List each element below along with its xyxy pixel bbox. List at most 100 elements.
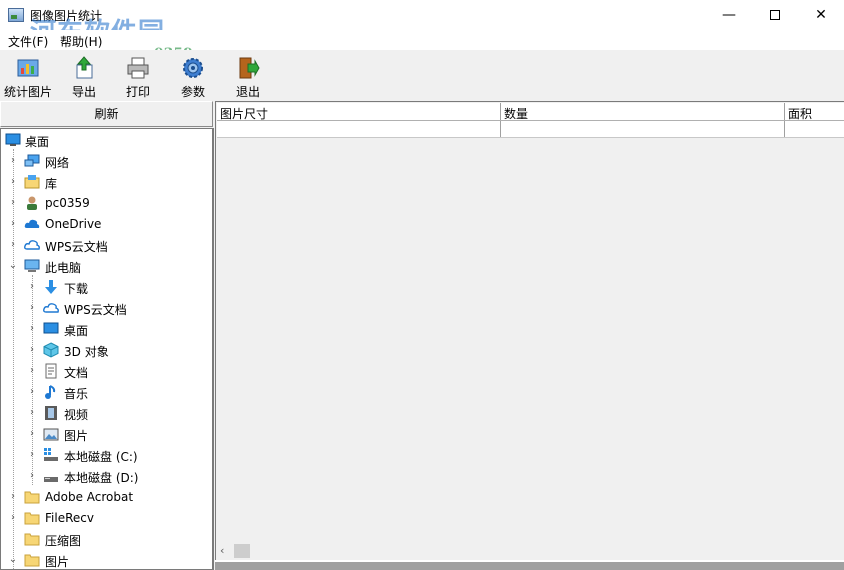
column-divider[interactable] — [784, 103, 785, 120]
tree-label: pc0359 — [45, 196, 90, 210]
tree-item-wps-cloud[interactable]: › WPS云文档 — [1, 235, 212, 256]
chevron-right-icon[interactable]: › — [8, 218, 18, 230]
download-arrow-icon — [45, 280, 57, 294]
tree-label: 图片 — [64, 429, 89, 443]
cloud-outline-icon — [24, 240, 40, 250]
tree-item-music[interactable]: › 音乐 — [1, 382, 212, 403]
chevron-down-icon[interactable]: ⌄ — [8, 260, 18, 272]
tree-item-pictures-folder[interactable]: ⌄ 图片 — [1, 550, 212, 569]
tree-item-drive-c[interactable]: › 本地磁盘 (C:) — [1, 445, 212, 466]
gear-icon — [183, 58, 203, 78]
tree-item-documents[interactable]: › 文档 — [1, 361, 212, 382]
chevron-right-icon[interactable]: › — [27, 323, 37, 335]
network-icon — [24, 154, 40, 167]
grid-body: 图片尺寸 数量 面积 — [215, 101, 844, 542]
scrollbar-thumb[interactable] — [234, 544, 250, 558]
folder-icon — [24, 512, 40, 525]
document-icon — [45, 363, 57, 379]
minimize-button[interactable]: — — [706, 0, 752, 30]
tree-item-adobe-acrobat[interactable]: › Adobe Acrobat — [1, 487, 212, 508]
maximize-button[interactable] — [752, 0, 798, 30]
chevron-right-icon[interactable]: › — [27, 281, 37, 293]
chevron-right-icon[interactable]: › — [8, 512, 18, 524]
close-button[interactable]: ✕ — [798, 0, 844, 30]
folder-tree: 桌面 › 网络 › 库 › pc0359 › OneDrive › WPS云文档… — [0, 128, 214, 570]
hard-drive-icon — [44, 477, 58, 482]
scroll-left-icon[interactable]: ‹ — [220, 544, 224, 557]
cloud-icon — [24, 219, 40, 228]
cloud-outline-icon — [43, 303, 59, 313]
tree-label: 文档 — [64, 366, 89, 380]
tree-item-pc-desktop[interactable]: › 桌面 — [1, 319, 212, 340]
chevron-right-icon[interactable]: › — [27, 302, 37, 314]
app-icon — [8, 8, 24, 22]
results-grid: 图片尺寸 数量 面积 ‹ — [215, 101, 844, 570]
tree-item-library[interactable]: › 库 — [1, 172, 212, 193]
params-button[interactable]: 参数 — [165, 52, 221, 99]
film-icon — [45, 406, 57, 420]
cell-divider — [784, 121, 785, 137]
menu-file[interactable]: 文件(F) — [8, 33, 48, 50]
tree-label: 网络 — [45, 156, 70, 170]
exit-button[interactable]: 退出 — [220, 52, 276, 99]
tree-item-user[interactable]: › pc0359 — [1, 193, 212, 214]
export-label: 导出 — [71, 85, 96, 99]
tree-item-downloads[interactable]: › 下载 — [1, 277, 212, 298]
tree-item-pictures[interactable]: › 图片 — [1, 424, 212, 445]
status-strip — [215, 562, 844, 570]
desktop-icon — [5, 133, 21, 146]
title-bar: 图像图片统计 河东软件园 — ✕ — [0, 0, 844, 48]
grid-header: 图片尺寸 数量 面积 — [217, 103, 844, 121]
tree-item-pc-wps-cloud[interactable]: › WPS云文档 — [1, 298, 212, 319]
chevron-right-icon[interactable]: › — [8, 176, 18, 188]
horizontal-scrollbar[interactable]: ‹ — [215, 542, 844, 560]
minimize-icon: — — [722, 7, 736, 23]
exit-label: 退出 — [235, 85, 260, 99]
desktop-icon — [43, 322, 59, 334]
tree-item-this-pc[interactable]: ⌄ 此电脑 — [1, 256, 212, 277]
tree-item-3d-objects[interactable]: › 3D 对象 — [1, 340, 212, 361]
tree-label: 本地磁盘 (C:) — [64, 450, 138, 464]
print-label: 打印 — [125, 85, 150, 99]
tree-item-videos[interactable]: › 视频 — [1, 403, 212, 424]
print-button[interactable]: 打印 — [110, 52, 166, 99]
export-button[interactable]: 导出 — [56, 52, 112, 99]
tree-item-compressed[interactable]: 压缩图 — [1, 529, 212, 550]
music-note-icon — [45, 385, 56, 399]
column-header-area[interactable]: 面积 — [788, 105, 812, 122]
chevron-right-icon[interactable]: › — [27, 365, 37, 377]
chevron-right-icon[interactable]: › — [27, 470, 37, 482]
tree-label: WPS云文档 — [64, 303, 127, 317]
chevron-right-icon[interactable]: › — [8, 491, 18, 503]
tree-item-network[interactable]: › 网络 — [1, 151, 212, 172]
table-row[interactable] — [217, 121, 844, 138]
column-header-count[interactable]: 数量 — [504, 105, 528, 122]
tree-item-filerecv[interactable]: › FileRecv — [1, 508, 212, 529]
chevron-right-icon[interactable]: › — [27, 344, 37, 356]
refresh-button[interactable]: 刷新 — [0, 101, 213, 127]
params-label: 参数 — [180, 85, 205, 99]
tree-item-drive-d[interactable]: › 本地磁盘 (D:) — [1, 466, 212, 487]
column-header-size[interactable]: 图片尺寸 — [220, 105, 268, 122]
printer-icon — [127, 57, 149, 79]
tree-label: Adobe Acrobat — [45, 490, 134, 504]
library-icon — [24, 175, 40, 189]
chevron-right-icon[interactable]: › — [27, 407, 37, 419]
count-images-button[interactable]: 统计图片 — [0, 52, 56, 99]
chevron-right-icon[interactable]: › — [27, 386, 37, 398]
chevron-down-icon[interactable]: ⌄ — [8, 554, 18, 566]
picture-icon — [43, 428, 59, 441]
count-images-label: 统计图片 — [3, 85, 52, 99]
chevron-right-icon[interactable]: › — [8, 155, 18, 167]
chevron-right-icon[interactable]: › — [27, 449, 37, 461]
chevron-right-icon[interactable]: › — [8, 197, 18, 209]
column-divider[interactable] — [500, 103, 501, 120]
tree-label: 本地磁盘 (D:) — [64, 471, 139, 485]
tree-item-desktop[interactable]: 桌面 — [1, 130, 212, 151]
tree-item-onedrive[interactable]: › OneDrive — [1, 214, 212, 235]
folder-icon — [24, 533, 40, 546]
chevron-right-icon[interactable]: › — [27, 428, 37, 440]
tree-label: 此电脑 — [45, 261, 82, 275]
chevron-right-icon[interactable]: › — [8, 239, 18, 251]
computer-icon — [24, 259, 40, 272]
